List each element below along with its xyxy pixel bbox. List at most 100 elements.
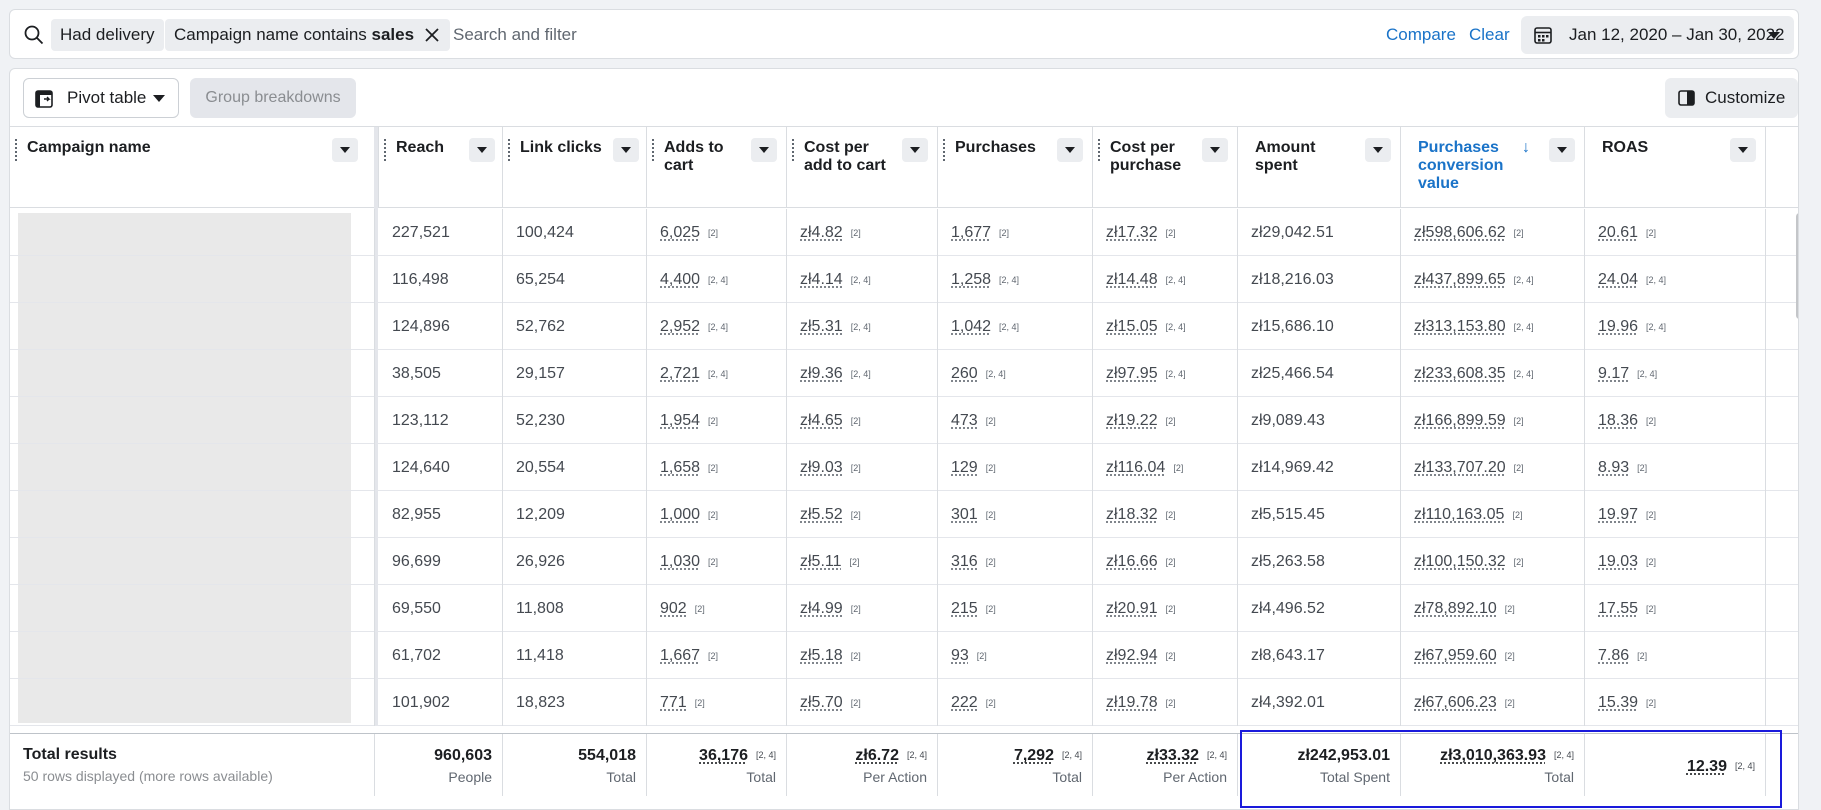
cell-value[interactable]: zł133,707.20 — [1414, 459, 1506, 476]
cell-value[interactable]: zł9.03 — [800, 459, 843, 476]
cell-value[interactable]: zł92.94 — [1106, 647, 1158, 664]
cell-value[interactable]: zł16.66 — [1106, 553, 1158, 570]
column-menu-button[interactable] — [1730, 138, 1756, 162]
customize-button[interactable]: Customize — [1665, 78, 1798, 118]
column-header-roas[interactable]: ROAS — [1584, 127, 1765, 208]
sort-descending-icon[interactable]: ↓ — [1522, 139, 1530, 157]
cell-value[interactable]: 6,025 — [660, 224, 700, 241]
cell-value[interactable]: zł78,892.10 — [1414, 600, 1497, 617]
column-menu-button[interactable] — [1057, 138, 1083, 162]
search-input[interactable] — [453, 19, 1053, 51]
cell-value[interactable]: zł110,163.05 — [1414, 506, 1504, 523]
column-menu-button[interactable] — [1549, 138, 1575, 162]
cell-value[interactable]: 260 — [951, 365, 978, 382]
cell-value[interactable]: 1,030 — [660, 553, 700, 570]
cell-value[interactable]: 222 — [951, 694, 978, 711]
column-menu-button[interactable] — [751, 138, 777, 162]
column-menu-button[interactable] — [902, 138, 928, 162]
cell-value[interactable]: 1,677 — [951, 224, 991, 241]
cell-value[interactable]: 1,658 — [660, 459, 700, 476]
cell-value[interactable]: 902 — [660, 600, 687, 617]
column-menu-button[interactable] — [332, 138, 358, 162]
cell-value[interactable]: zł233,608.35 — [1414, 365, 1506, 382]
cell-value[interactable]: zł4.14 — [800, 271, 843, 288]
cell-value[interactable]: 93 — [951, 647, 969, 664]
table-row[interactable]: 82,955 12,209 1,000 [2] zł5.52 [2] 301 [2] zł18.… — [10, 491, 1798, 538]
cell-value[interactable]: 1,042 — [951, 318, 991, 335]
cell-value[interactable]: zł20.91 — [1106, 600, 1158, 617]
table-row[interactable]: 61,702 11,418 1,667 [2] zł5.18 [2] 93 [2] zł92.9… — [10, 632, 1798, 679]
cell-value[interactable]: 7.86 — [1598, 647, 1629, 664]
cell-value[interactable]: 473 — [951, 412, 978, 429]
column-menu-button[interactable] — [469, 138, 495, 162]
cell-value[interactable]: 1,258 — [951, 271, 991, 288]
column-header-purchases-conversion-value[interactable]: Purchases conversion value ↓ — [1400, 127, 1584, 208]
column-header-cost-per-add-to-cart[interactable]: Cost per add to cart — [786, 127, 937, 208]
cell-value[interactable]: zł5.31 — [800, 318, 843, 335]
group-breakdowns-button[interactable]: Group breakdowns — [190, 78, 356, 118]
table-row[interactable]: 38,505 29,157 2,721 [2, 4] zł9.36 [2, 4] 260 [2… — [10, 350, 1798, 397]
drag-handle-icon[interactable] — [15, 139, 17, 161]
table-row[interactable]: 116,498 65,254 4,400 [2, 4] zł4.14 [2, 4] 1,25… — [10, 256, 1798, 303]
column-menu-button[interactable] — [613, 138, 639, 162]
cell-value[interactable]: 18.36 — [1598, 412, 1638, 429]
cell-value[interactable]: zł166,899.59 — [1414, 412, 1506, 429]
column-menu-button[interactable] — [1365, 138, 1391, 162]
cell-value[interactable]: 15.39 — [1598, 694, 1638, 711]
table-row[interactable]: 124,640 20,554 1,658 [2] zł9.03 [2] 129 [2] zł11… — [10, 444, 1798, 491]
column-header-cost-per-purchase[interactable]: Cost per purchase — [1092, 127, 1237, 208]
cell-value[interactable]: 17.55 — [1598, 600, 1638, 617]
cell-value[interactable]: zł19.22 — [1106, 412, 1158, 429]
column-header-reach[interactable]: Reach — [378, 127, 502, 208]
cell-value[interactable]: zł313,153.80 — [1414, 318, 1506, 335]
cell-value[interactable]: 8.93 — [1598, 459, 1629, 476]
total-value[interactable]: zł6.72 — [855, 747, 899, 764]
cell-value[interactable]: zł17.32 — [1106, 224, 1158, 241]
table-row[interactable]: 96,699 26,926 1,030 [2] zł5.11 [2] 316 [2] zł16.… — [10, 538, 1798, 585]
drag-handle-icon[interactable] — [1098, 139, 1100, 161]
cell-value[interactable]: zł4.65 — [800, 412, 843, 429]
cell-value[interactable]: zł100,150.32 — [1414, 553, 1506, 570]
table-row[interactable]: 227,521 100,424 6,025 [2] zł4.82 [2] 1,677 [2] z… — [10, 209, 1798, 256]
column-header-link-clicks[interactable]: Link clicks — [502, 127, 646, 208]
cell-value[interactable]: zł4.99 — [800, 600, 843, 617]
vertical-scrollbar[interactable] — [1796, 213, 1798, 319]
drag-handle-icon[interactable] — [943, 139, 945, 161]
cell-value[interactable]: zł67,959.60 — [1414, 647, 1497, 664]
filter-chip-campaign-name[interactable]: Campaign name contains sales — [165, 19, 451, 51]
cell-value[interactable]: zł437,899.65 — [1414, 271, 1506, 288]
cell-value[interactable]: 2,721 — [660, 365, 700, 382]
drag-handle-icon[interactable] — [384, 139, 386, 161]
drag-handle-icon[interactable] — [652, 139, 654, 161]
cell-value[interactable]: zł5.52 — [800, 506, 843, 523]
cell-value[interactable]: 1,667 — [660, 647, 700, 664]
total-value[interactable]: zł33.32 — [1147, 747, 1199, 764]
cell-value[interactable]: 19.96 — [1598, 318, 1638, 335]
table-row[interactable]: 69,550 11,808 902 [2] zł4.99 [2] 215 [2] zł20.91… — [10, 585, 1798, 632]
drag-handle-icon[interactable] — [508, 139, 510, 161]
cell-value[interactable]: 129 — [951, 459, 978, 476]
total-value[interactable]: 7,292 — [1014, 747, 1054, 764]
cell-value[interactable]: 771 — [660, 694, 687, 711]
cell-value[interactable]: zł15.05 — [1106, 318, 1158, 335]
cell-value[interactable]: zł5.11 — [800, 553, 842, 570]
cell-value[interactable]: 20.61 — [1598, 224, 1638, 241]
cell-value[interactable]: 19.97 — [1598, 506, 1638, 523]
column-menu-button[interactable] — [1202, 138, 1228, 162]
pivot-table-button[interactable]: Pivot table — [23, 78, 179, 118]
column-header-amount-spent[interactable]: Amount spent — [1237, 127, 1400, 208]
drag-handle-icon[interactable] — [792, 139, 794, 161]
compare-link[interactable]: Compare — [1386, 19, 1456, 51]
cell-value[interactable]: zł18.32 — [1106, 506, 1158, 523]
column-header-adds-to-cart[interactable]: Adds to cart — [646, 127, 786, 208]
filter-chip-had-delivery[interactable]: Had delivery — [51, 19, 164, 51]
search-icon[interactable] — [23, 24, 45, 46]
cell-value[interactable]: zł19.78 — [1106, 694, 1158, 711]
cell-value[interactable]: 301 — [951, 506, 978, 523]
cell-value[interactable]: 24.04 — [1598, 271, 1638, 288]
cell-value[interactable]: zł14.48 — [1106, 271, 1158, 288]
cell-value[interactable]: 215 — [951, 600, 978, 617]
cell-value[interactable]: 9.17 — [1598, 365, 1629, 382]
close-icon[interactable] — [420, 19, 444, 51]
cell-value[interactable]: zł5.18 — [800, 647, 843, 664]
